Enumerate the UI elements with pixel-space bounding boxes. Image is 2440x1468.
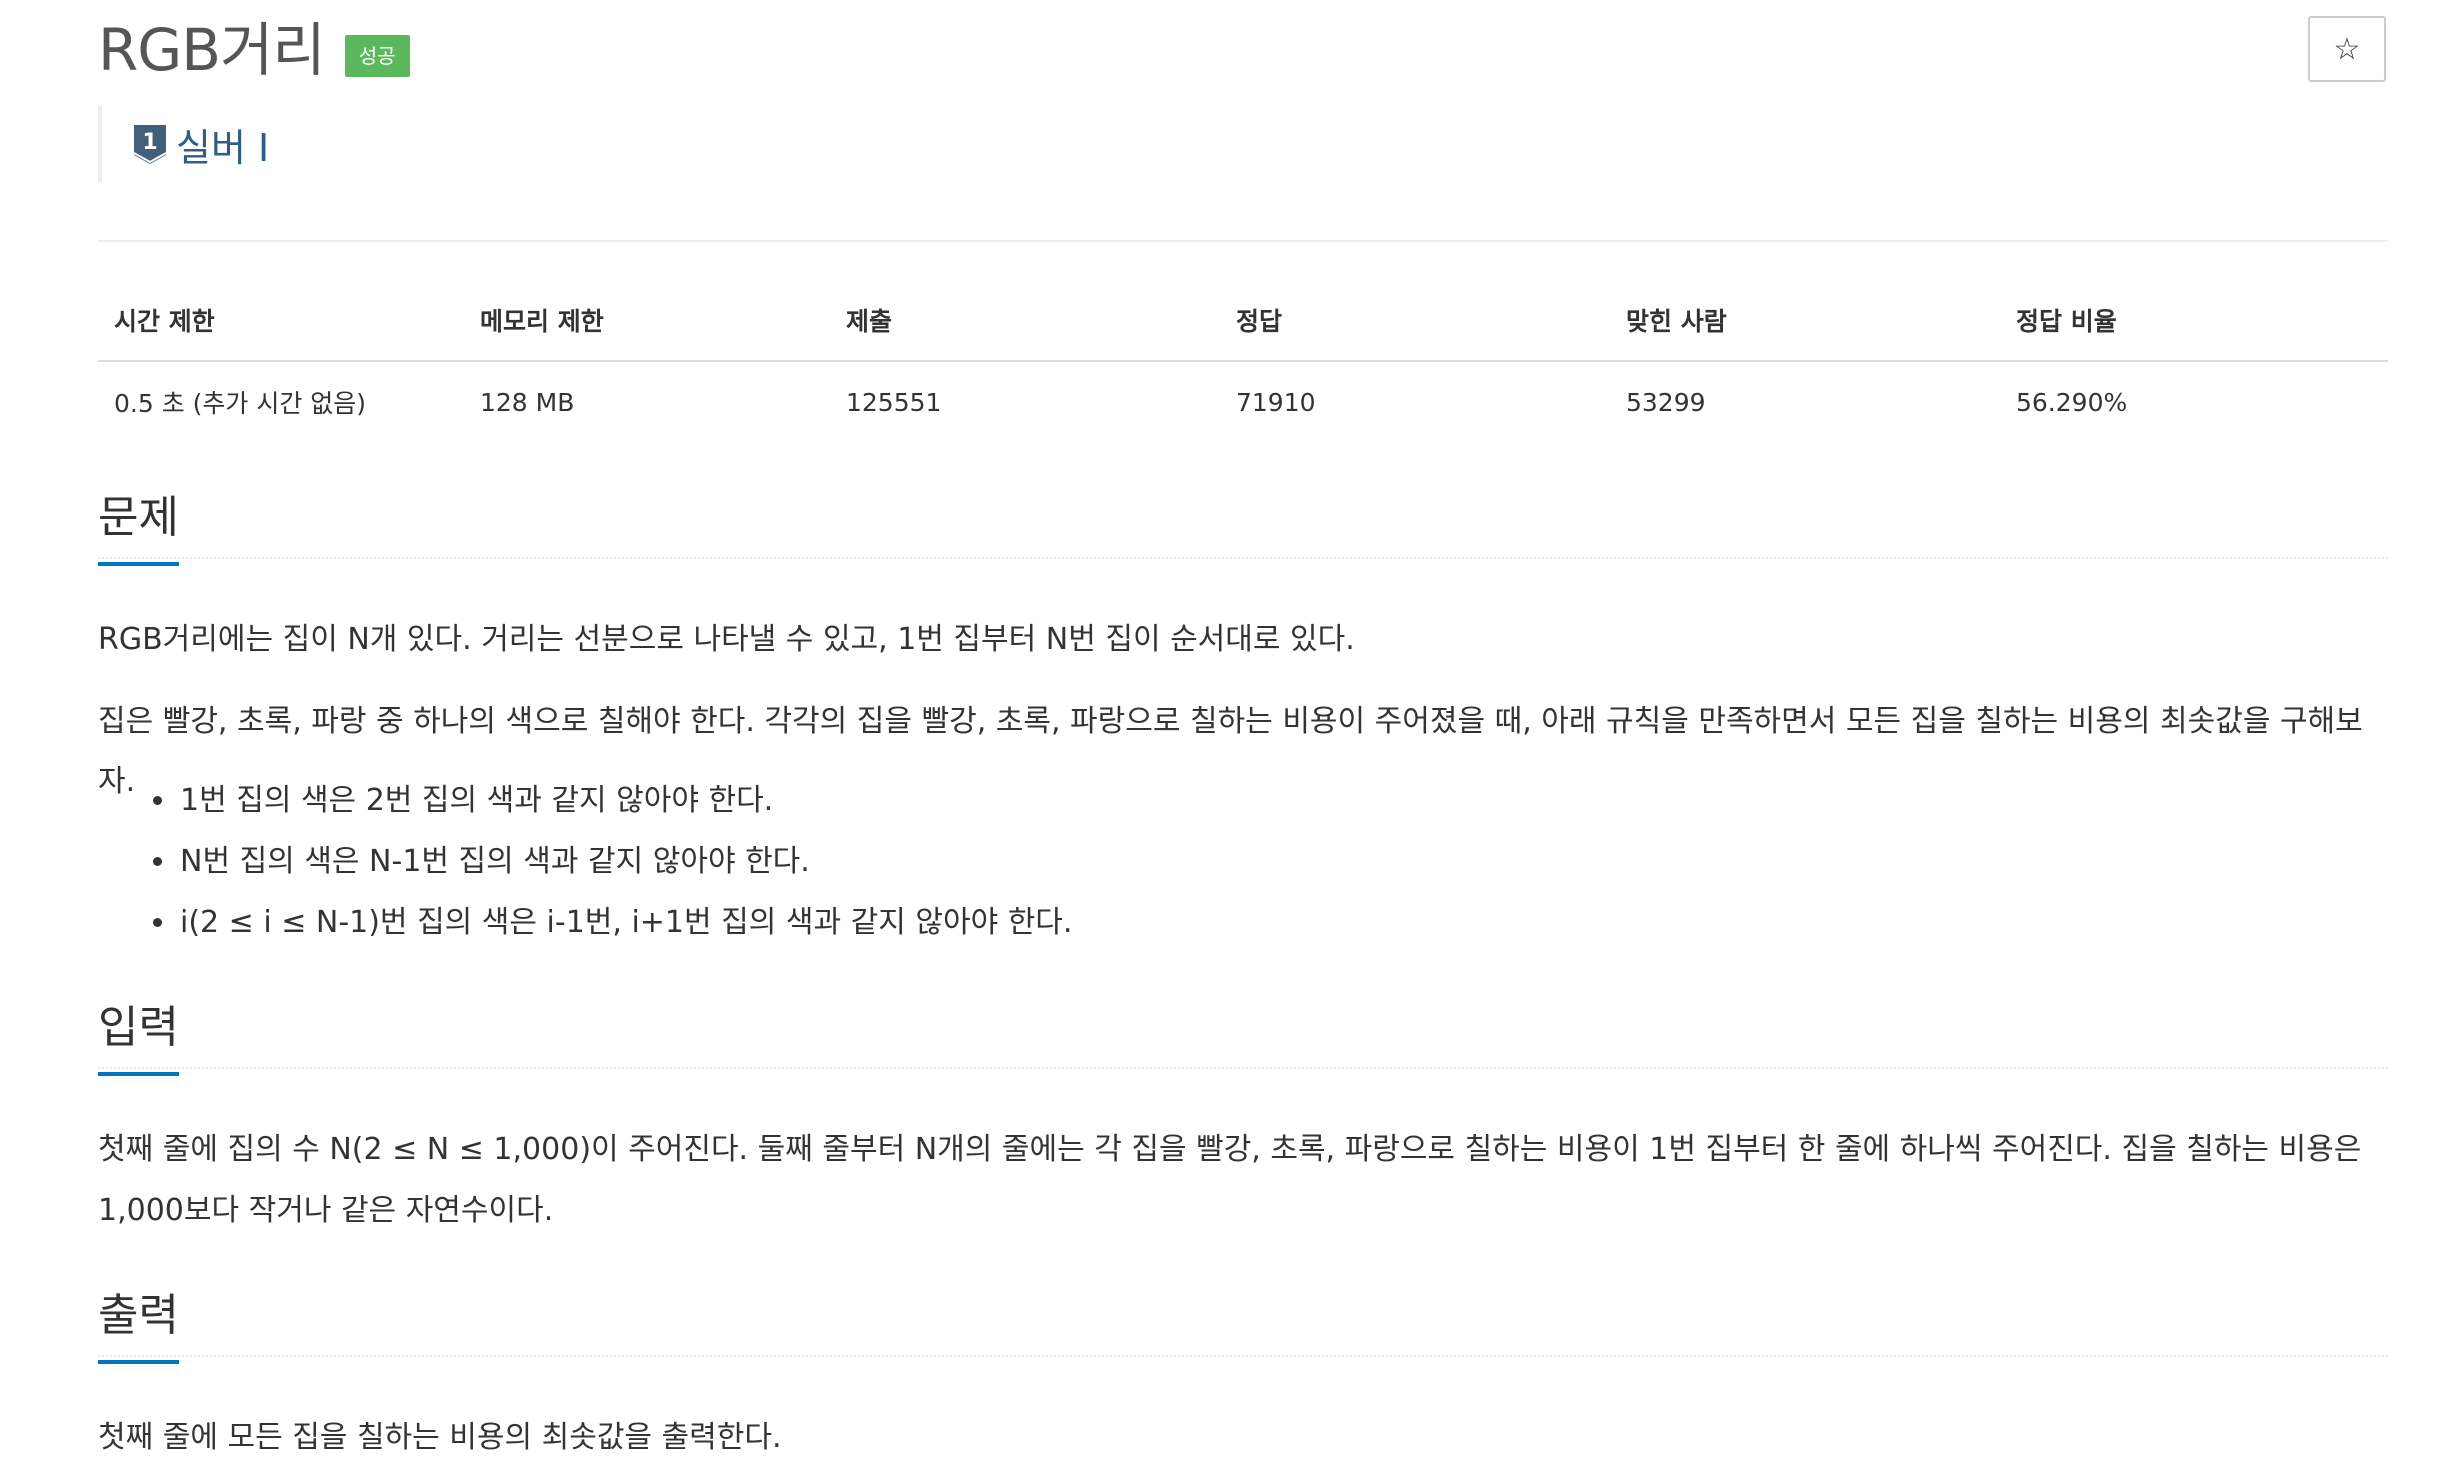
title-row: RGB거리 성공 <box>98 14 410 86</box>
value-memory-limit: 128 MB <box>480 387 575 417</box>
tier-level: 1 <box>142 130 157 155</box>
header-accepted: 정답 <box>1220 280 1610 362</box>
table-row: 0.5 초 (추가 시간 없음) 128 MB 125551 71910 532… <box>98 361 2388 442</box>
section-title-output: 출력 <box>98 1286 179 1364</box>
star-outline-icon: ☆ <box>2333 31 2361 67</box>
problem-info-table: 시간 제한 메모리 제한 제출 정답 맞힌 사람 정답 비율 0.5 초 (추가… <box>98 280 2388 442</box>
header-submissions: 제출 <box>830 280 1220 362</box>
header-time-limit: 시간 제한 <box>98 280 464 362</box>
list-item: i(2 ≤ i ≤ N-1)번 집의 색은 i-1번, i+1번 집의 색과 같… <box>178 892 1072 953</box>
section-divider <box>98 557 2388 559</box>
value-submissions[interactable]: 125551 <box>830 361 1220 442</box>
section-title-input: 입력 <box>98 998 179 1076</box>
star-button[interactable]: ☆ <box>2308 16 2386 82</box>
list-item: 1번 집의 색은 2번 집의 색과 같지 않아야 한다. <box>178 770 1072 831</box>
problem-page: RGB거리 성공 ☆ 1 실버 I 시간 제한 메모리 제한 제출 정답 맞힌 … <box>0 0 2440 1462</box>
problem-paragraph-1: RGB거리에는 집이 N개 있다. 거리는 선분으로 나타낼 수 있고, 1번 … <box>98 622 1355 657</box>
section-title-problem: 문제 <box>98 488 179 566</box>
list-item: N번 집의 색은 N-1번 집의 색과 같지 않아야 한다. <box>178 831 1072 892</box>
section-divider <box>98 1355 2388 1357</box>
value-accepted[interactable]: 71910 <box>1220 361 1610 442</box>
header-accept-ratio: 정답 비율 <box>2000 280 2388 362</box>
problem-rules-list: 1번 집의 색은 2번 집의 색과 같지 않아야 한다. N번 집의 색은 N-… <box>98 770 1072 953</box>
input-paragraph-line-1: 첫째 줄에 집의 수 N(2 ≤ N ≤ 1,000)이 주어진다. 둘째 줄부… <box>98 1132 2362 1167</box>
tier-indicator[interactable]: 1 실버 I <box>98 106 269 182</box>
problem-title: RGB거리 <box>98 16 326 84</box>
value-solved-users[interactable]: 53299 <box>1610 361 2000 442</box>
input-section-heading: 입력 <box>98 998 179 1076</box>
value-time-limit: 0.5 초 (추가 시간 없음) <box>114 389 367 418</box>
input-paragraph-line-2: 1,000보다 작거나 같은 자연수이다. <box>98 1193 554 1228</box>
header-solved-users: 맞힌 사람 <box>1610 280 2000 362</box>
tier-label: 실버 I <box>176 125 270 170</box>
header-memory-limit: 메모리 제한 <box>464 280 830 362</box>
status-badge: 성공 <box>344 35 410 77</box>
silver-tier-shield-icon: 1 <box>133 125 167 164</box>
output-paragraph: 첫째 줄에 모든 집을 칠하는 비용의 최솟값을 출력한다. <box>98 1420 782 1455</box>
value-accept-ratio: 56.290% <box>2016 387 2128 417</box>
output-section-heading: 출력 <box>98 1286 179 1364</box>
section-divider <box>98 1067 2388 1069</box>
table-header-row: 시간 제한 메모리 제한 제출 정답 맞힌 사람 정답 비율 <box>98 280 2388 362</box>
problem-section-heading: 문제 <box>98 488 179 566</box>
divider <box>98 240 2388 242</box>
